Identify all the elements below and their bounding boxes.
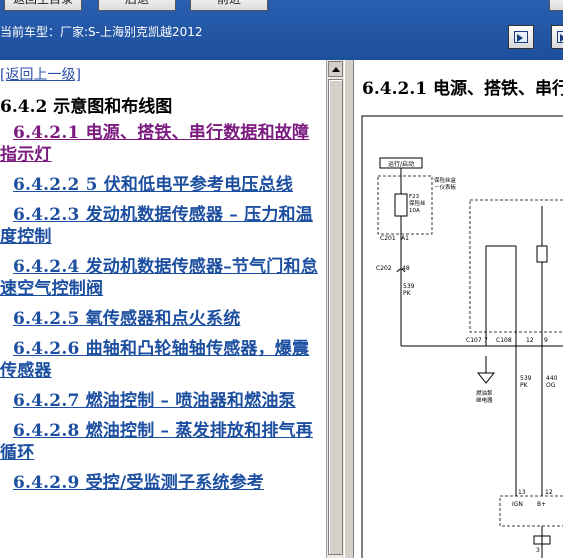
arrow-up-icon (332, 67, 340, 72)
diagram-title: 6.4.2.1 电源、搭铁、串行数据和故障指示灯 (362, 79, 563, 99)
pin48-label: 48 (402, 265, 410, 272)
list-item: 6.4.2.7 燃油控制 – 喷油器和燃油泵 (0, 390, 326, 412)
toc-link-6-4-2-7[interactable]: 6.4.2.7 燃油控制 – 喷油器和燃油泵 (0, 390, 326, 412)
pane-splitter[interactable] (344, 60, 354, 558)
scroll-thumb[interactable] (328, 79, 343, 555)
ecm-outline (499, 495, 563, 527)
list-item: 6.4.2.2 5 伏和低电平参考电压总线 (0, 174, 326, 196)
pin12-label: 12 (526, 337, 534, 344)
wire1-color: PK (403, 290, 412, 297)
scroll-up-button[interactable] (328, 61, 343, 77)
diagram-pane: 6.4.2.1 电源、搭铁、串行数据和故障指示灯 运行/启动 F23 保险丝 1… (354, 60, 563, 558)
toc-scrollbar[interactable] (326, 60, 344, 558)
play-arrow-icon (517, 34, 523, 42)
current-vehicle-label: 当前车型：厂家:S-上海别克凯越2012 (0, 25, 203, 39)
ground-symbol (476, 372, 496, 384)
c201-label: C201 (380, 235, 396, 242)
run-start-label: 运行/启动 (388, 160, 414, 168)
back-to-parent-link[interactable]: [返回上一级] (0, 64, 81, 84)
ground-label-2: 继电器 (476, 396, 493, 404)
pin3-label: 3 (536, 547, 540, 554)
toc-link-6-4-2-9[interactable]: 6.4.2.9 受控/受监测子系统参考 (0, 472, 326, 494)
toc-link-6-4-2-4[interactable]: 6.4.2.4 发动机数据传感器–节气门和怠速空气控制阀 (0, 256, 326, 300)
c107-label: C107 (466, 337, 482, 344)
toolbar-edge-button[interactable] (549, 0, 563, 11)
home-button[interactable]: 返回主目录 (4, 0, 82, 11)
a1-label: A1 (401, 235, 409, 242)
toc-link-6-4-2-1[interactable]: 6.4.2.1 电源、搭铁、串行数据和故障指示灯 (0, 122, 326, 166)
fuse-name: 保险丝 (409, 199, 426, 207)
c108-label: C108 (496, 337, 512, 344)
back-button[interactable]: 后退 (98, 0, 176, 11)
wire1-label: 539 (403, 283, 415, 290)
toc-link-6-4-2-2[interactable]: 6.4.2.2 5 伏和低电平参考电压总线 (0, 174, 326, 196)
fuse-note-1: 保险丝盒 (434, 176, 457, 184)
toc-link-6-4-2-5[interactable]: 6.4.2.5 氧传感器和点火系统 (0, 308, 326, 330)
toc-link-6-4-2-8[interactable]: 6.4.2.8 燃油控制 – 蒸发排放和排气再循环 (0, 420, 326, 464)
list-item: 6.4.2.6 曲轴和凸轮轴轴传感器，爆震传感器 (0, 338, 326, 382)
section-title: 6.4.2 示意图和布线图 (0, 97, 173, 117)
wire3-label: 440 (546, 375, 558, 382)
wire2-color: PK (520, 382, 529, 389)
pin9-label: 9 (544, 337, 548, 344)
list-item: 6.4.2.9 受控/受监测子系统参考 (0, 472, 326, 494)
list-item: 6.4.2.4 发动机数据传感器–节气门和怠速空气控制阀 (0, 256, 326, 300)
wiring-diagram: 运行/启动 F23 保险丝 10A 保险丝盒 －仪表板 C201 A1 C202… (361, 115, 563, 558)
c202-label: C202 (376, 265, 392, 272)
module-fuse (536, 245, 548, 263)
list-item: 6.4.2.5 氧传感器和点火系统 (0, 308, 326, 330)
fuse-note-2: －仪表板 (434, 183, 457, 191)
pin13-label: 13 (518, 489, 526, 496)
list-item: 6.4.2.1 电源、搭铁、串行数据和故障指示灯 (0, 122, 326, 166)
pin12b-label: 12 (545, 489, 553, 496)
wire3-color: OG (546, 382, 556, 389)
wire2-label: 539 (520, 375, 532, 382)
bplus-label: B+ (537, 501, 546, 508)
ground-label-1: 燃油泵 (476, 389, 493, 397)
fuse-amp: 10A (409, 208, 420, 214)
top-toolbar: 返回主目录 后退 前进 当前车型：厂家:S-上海别克凯越2012 (0, 0, 563, 60)
toc-link-6-4-2-3[interactable]: 6.4.2.3 发动机数据传感器 – 压力和温度控制 (0, 204, 326, 248)
forward-button[interactable]: 前进 (190, 0, 268, 11)
list-item: 6.4.2.3 发动机数据传感器 – 压力和温度控制 (0, 204, 326, 248)
toc-link-6-4-2-6[interactable]: 6.4.2.6 曲轴和凸轮轴轴传感器，爆震传感器 (0, 338, 326, 382)
ign-label: IGN (512, 501, 523, 508)
toc-pane: [返回上一级] 6.4.2 示意图和布线图 6.4.2.1 电源、搭铁、串行数据… (0, 60, 326, 558)
next-page-button[interactable] (508, 25, 534, 49)
toc-list: 6.4.2.1 电源、搭铁、串行数据和故障指示灯 6.4.2.2 5 伏和低电平… (0, 122, 326, 502)
next-page-button-2[interactable] (551, 25, 563, 49)
fuse-symbol (394, 193, 408, 217)
list-item: 6.4.2.8 燃油控制 – 蒸发排放和排气再循环 (0, 420, 326, 464)
fuse-id: F23 (409, 194, 420, 200)
